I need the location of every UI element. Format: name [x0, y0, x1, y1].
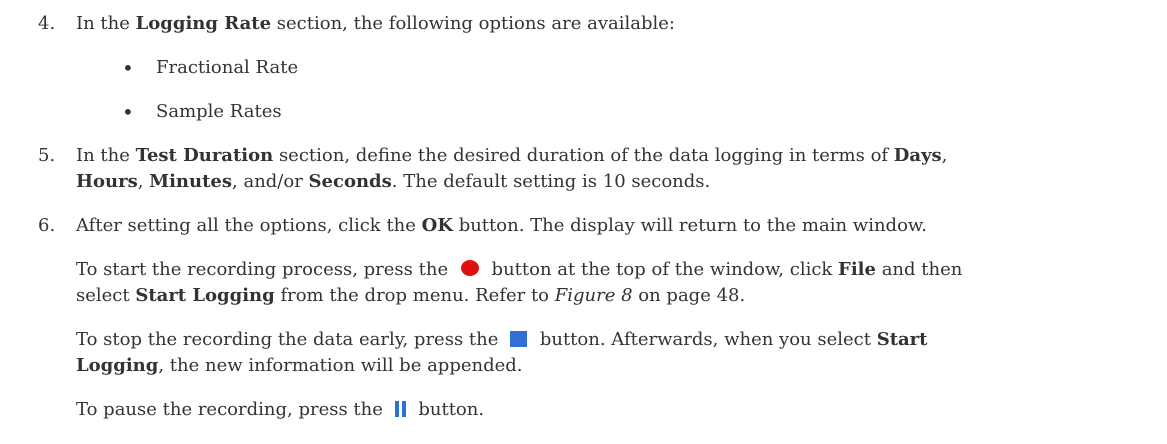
text: To start the recording process, press th…: [76, 259, 454, 280]
text: button. Afterwards, when you select: [534, 329, 877, 350]
text: In the: [76, 13, 136, 34]
bullet-item: Fractional Rate: [156, 57, 299, 78]
bullet-item: Sample Rates: [156, 101, 282, 122]
start-paragraph-line-1: To start the recording process, press th…: [76, 258, 962, 285]
document-page: { "step4": { "number": "4.", "pre": "In …: [0, 0, 1167, 444]
pause-icon: [393, 400, 409, 425]
bold-term: Seconds: [308, 171, 392, 192]
bold-term: Start: [876, 329, 928, 350]
text: select: [76, 285, 136, 306]
bold-term: OK: [421, 215, 453, 236]
text: , and/or: [232, 171, 309, 192]
step-4-text: In the Logging Rate section, the followi…: [76, 12, 675, 36]
bold-term: Logging: [76, 355, 159, 376]
figure-reference: Figure 8: [554, 285, 633, 306]
text: To pause the recording, press the: [76, 399, 389, 420]
text: To stop the recording the data early, pr…: [76, 329, 505, 350]
text: section, the following options are avail…: [271, 13, 675, 34]
bold-term: Start Logging: [135, 285, 275, 306]
step-6-text: After setting all the options, click the…: [76, 214, 927, 238]
text: button at the top of the window, click: [485, 259, 839, 280]
text: on page 48.: [632, 285, 746, 306]
bold-term: Logging Rate: [135, 13, 272, 34]
text: section, define the desired duration of …: [273, 145, 894, 166]
record-icon: [458, 258, 482, 285]
step-number: 4.: [38, 13, 56, 34]
step-number: 5.: [38, 145, 56, 166]
bold-term: Hours: [76, 171, 138, 192]
pause-paragraph: To pause the recording, press the button…: [76, 398, 484, 425]
step-5-line-2: Hours, Minutes, and/or Seconds. The defa…: [76, 170, 710, 194]
step-5-line-1: In the Test Duration section, define the…: [76, 144, 947, 168]
text: ,: [941, 145, 948, 166]
step-6: 6.: [38, 214, 55, 238]
text: from the drop menu. Refer to: [274, 285, 555, 306]
step-5: 5.: [38, 144, 55, 168]
text: button. The display will return to the m…: [452, 215, 927, 236]
bullet-icon: •: [122, 56, 134, 80]
text: and then: [875, 259, 963, 280]
stop-paragraph-line-2: Logging, the new information will be app…: [76, 354, 523, 378]
bold-term: Days: [893, 145, 942, 166]
bold-term: File: [838, 259, 876, 280]
stop-icon: [508, 330, 530, 355]
bold-term: Minutes: [149, 171, 233, 192]
step-4: 4.: [38, 12, 55, 36]
start-paragraph-line-2: select Start Logging from the drop menu.…: [76, 284, 745, 308]
text: After setting all the options, click the: [76, 215, 422, 236]
text: ,: [137, 171, 150, 192]
text: button.: [412, 399, 485, 420]
text: , the new information will be appended.: [158, 355, 523, 376]
bullet-icon: •: [122, 100, 134, 124]
step-number: 6.: [38, 215, 56, 236]
text: . The default setting is 10 seconds.: [391, 171, 711, 192]
stop-paragraph-line-1: To stop the recording the data early, pr…: [76, 328, 927, 355]
text: In the: [76, 145, 136, 166]
bold-term: Test Duration: [135, 145, 274, 166]
